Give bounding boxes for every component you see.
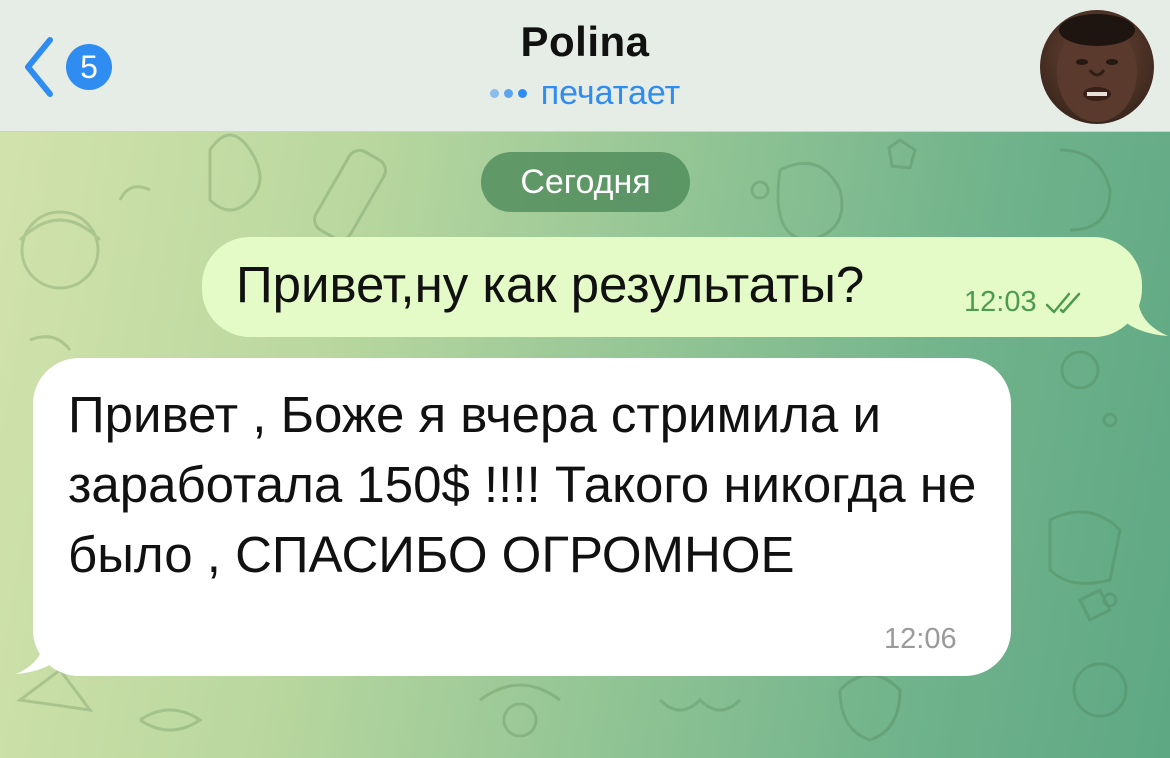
- chat-title-area[interactable]: Polina печатает: [385, 18, 785, 113]
- outgoing-message-meta: 12:03: [964, 286, 1085, 319]
- avatar[interactable]: [1040, 10, 1154, 124]
- contact-status: печатает: [385, 74, 785, 113]
- incoming-message-text: Привет , Боже я вчера стримила и заработ…: [68, 386, 977, 583]
- outgoing-message-text: Привет,ну как результаты?: [236, 256, 865, 313]
- typing-indicator-icon: [489, 89, 527, 98]
- outgoing-bubble-tail: [1110, 300, 1168, 336]
- unread-count-badge: 5: [66, 44, 112, 90]
- chevron-left-icon: [25, 37, 53, 97]
- date-separator: Сегодня: [481, 152, 690, 212]
- incoming-message-time: 12:06: [884, 623, 957, 655]
- incoming-bubble-tail: [16, 634, 74, 674]
- status-text: печатает: [540, 74, 681, 112]
- outgoing-message-time: 12:03: [964, 286, 1037, 318]
- contact-photo-icon: [1057, 14, 1137, 122]
- contact-name: Polina: [520, 18, 650, 65]
- double-check-icon: [1045, 292, 1080, 313]
- back-button[interactable]: 5: [22, 32, 132, 102]
- chat-header: 5 Polina печатает: [0, 0, 1170, 132]
